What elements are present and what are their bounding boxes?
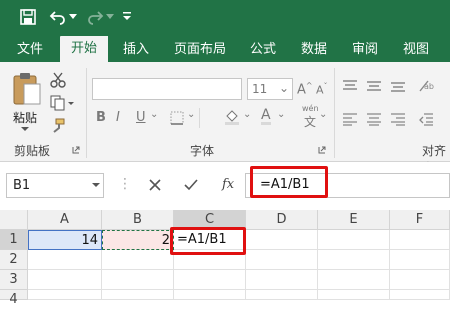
borders-icon[interactable] xyxy=(170,111,184,125)
borders-dropdown-icon[interactable]: ⌄ xyxy=(187,109,195,120)
align-center-icon[interactable] xyxy=(366,112,382,126)
tab-home[interactable]: 开始 xyxy=(60,36,108,62)
font-name-box[interactable] xyxy=(92,78,242,100)
phonetic-icon[interactable]: 文 xyxy=(304,113,316,130)
tab-insert[interactable]: 插入 xyxy=(123,40,149,62)
select-all-corner[interactable] xyxy=(0,210,28,230)
customize-toolbar-icon[interactable] xyxy=(122,11,132,21)
cell-highlight-box xyxy=(170,227,246,255)
increase-font-icon[interactable]: A^ xyxy=(297,81,313,97)
cell-a4[interactable] xyxy=(28,290,102,300)
column-header-a[interactable]: A xyxy=(28,210,102,230)
divider xyxy=(334,68,335,158)
tab-formulas[interactable]: 公式 xyxy=(250,40,276,62)
name-box-dropdown-icon[interactable] xyxy=(92,183,100,188)
italic-icon[interactable]: I xyxy=(116,110,120,125)
cell-d2[interactable] xyxy=(246,250,318,270)
underline-dropdown-icon[interactable]: ⌄ xyxy=(150,109,158,120)
font-color-dropdown-icon[interactable]: ⌄ xyxy=(277,109,285,120)
formula-highlight-box xyxy=(250,166,328,198)
cell-d3[interactable] xyxy=(246,270,318,290)
cell-b1[interactable]: 2 xyxy=(102,230,174,250)
tab-data[interactable]: 数据 xyxy=(301,40,327,62)
undo-icon[interactable] xyxy=(49,9,67,25)
font-group-label: 字体 xyxy=(190,144,215,158)
font-launcher-icon[interactable] xyxy=(318,146,326,154)
cell-d1[interactable] xyxy=(246,230,318,250)
cell-a2[interactable] xyxy=(28,250,102,270)
decrease-indent-icon[interactable] xyxy=(418,112,434,126)
svg-text:ab: ab xyxy=(424,82,434,91)
cell-f2[interactable] xyxy=(390,250,450,270)
cell-f3[interactable] xyxy=(390,270,450,290)
align-right-icon[interactable] xyxy=(390,112,406,126)
row-header-3[interactable]: 3 xyxy=(0,270,28,290)
clipboard-launcher-icon[interactable] xyxy=(72,146,80,154)
name-box[interactable]: B1 xyxy=(6,173,104,198)
underline-icon[interactable]: U xyxy=(136,110,146,125)
cell-e2[interactable] xyxy=(318,250,390,270)
font-color-icon[interactable]: A xyxy=(261,108,271,125)
decrease-font-icon[interactable]: Aˇ xyxy=(316,82,328,97)
redo-icon xyxy=(88,11,104,25)
align-left-icon[interactable] xyxy=(342,112,358,126)
name-box-value: B1 xyxy=(13,178,31,193)
chevron-down-icon: ⌄ xyxy=(279,81,290,95)
cell-c4[interactable] xyxy=(174,290,246,300)
paste-icon[interactable] xyxy=(12,72,42,106)
cell-e1[interactable] xyxy=(318,230,390,250)
cell-b4[interactable] xyxy=(102,290,174,300)
divider xyxy=(199,108,200,128)
copy-dropdown-icon[interactable] xyxy=(68,102,74,106)
fill-color-dropdown-icon[interactable]: ⌄ xyxy=(243,109,251,120)
align-bottom-icon[interactable] xyxy=(390,79,406,93)
font-size-box[interactable]: 11 ⌄ xyxy=(247,78,293,100)
divider xyxy=(86,68,87,158)
column-header-f[interactable]: F xyxy=(390,210,450,230)
tab-view[interactable]: 视图 xyxy=(403,40,429,62)
align-top-icon[interactable] xyxy=(342,79,358,93)
cut-icon[interactable] xyxy=(50,72,66,88)
phonetic-label: wén xyxy=(302,104,319,113)
phonetic-dropdown-icon[interactable]: ⌄ xyxy=(319,109,327,120)
clipboard-group-label: 剪贴板 xyxy=(14,144,51,158)
enter-icon[interactable] xyxy=(184,179,198,191)
cell-e3[interactable] xyxy=(318,270,390,290)
paste-dropdown-icon[interactable] xyxy=(21,127,29,132)
ribbon-home: 粘贴 剪贴板 11 ⌄ A^ Aˇ B I U ⌄ ⌄ ⌄ A ⌄ wén 文 … xyxy=(0,62,450,175)
cell-b3[interactable] xyxy=(102,270,174,290)
cell-d4[interactable] xyxy=(246,290,318,300)
row-header-4[interactable]: 4 xyxy=(0,290,28,307)
row-header-2[interactable]: 2 xyxy=(0,250,28,270)
font-size-value: 11 xyxy=(252,82,268,96)
fill-color-icon[interactable] xyxy=(224,109,240,125)
column-header-d[interactable]: D xyxy=(246,210,318,230)
insert-function-icon[interactable]: fx xyxy=(222,177,234,192)
orientation-icon[interactable]: ab xyxy=(418,77,436,95)
formula-bar-grip-icon[interactable]: ⋮ xyxy=(118,176,132,192)
tab-review[interactable]: 审阅 xyxy=(352,40,378,62)
cell-f1[interactable] xyxy=(390,230,450,250)
save-icon[interactable] xyxy=(20,9,36,25)
copy-icon[interactable] xyxy=(50,95,66,111)
bold-icon[interactable]: B xyxy=(96,110,106,125)
redo-dropdown-icon xyxy=(106,14,114,19)
align-middle-icon[interactable] xyxy=(366,79,382,93)
cell-c3[interactable] xyxy=(174,270,246,290)
tab-page-layout[interactable]: 页面布局 xyxy=(174,40,226,62)
tab-file[interactable]: 文件 xyxy=(17,40,43,62)
cell-a1[interactable]: 14 xyxy=(28,230,102,250)
column-header-b[interactable]: B xyxy=(102,210,174,230)
paste-label[interactable]: 粘贴 xyxy=(13,109,37,126)
cancel-icon[interactable] xyxy=(149,179,161,191)
format-painter-icon[interactable] xyxy=(50,118,66,134)
cell-f4[interactable] xyxy=(390,290,450,300)
row-header-1[interactable]: 1 xyxy=(0,230,28,250)
cell-b2[interactable] xyxy=(102,250,174,270)
title-bar xyxy=(0,0,450,36)
cell-a3[interactable] xyxy=(28,270,102,290)
undo-dropdown-icon[interactable] xyxy=(69,14,77,20)
column-header-e[interactable]: E xyxy=(318,210,390,230)
cell-e4[interactable] xyxy=(318,290,390,300)
